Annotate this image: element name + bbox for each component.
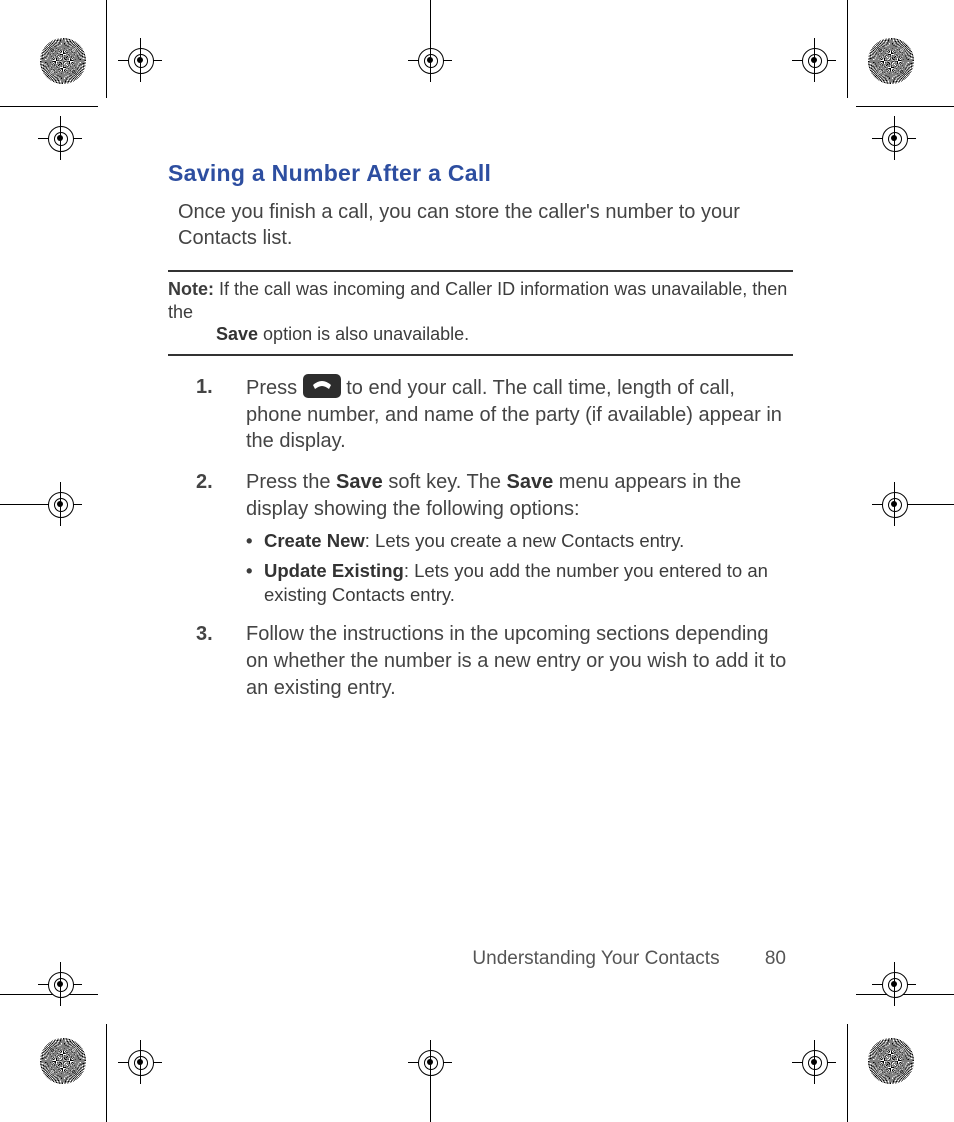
reg-crosshair <box>408 1040 452 1084</box>
step-number: 3. <box>196 621 213 648</box>
note-line1: If the call was incoming and Caller ID i… <box>168 279 787 322</box>
intro-text: Once you finish a call, you can store th… <box>178 199 783 252</box>
option-create-new: Create New: Lets you create a new Contac… <box>246 529 793 553</box>
reg-crosshair <box>38 482 82 526</box>
reg-starburst <box>40 1038 86 1084</box>
page-content: Saving a Number After a Call Once you fi… <box>168 160 793 715</box>
reg-crosshair <box>872 482 916 526</box>
step2-options: Create New: Lets you create a new Contac… <box>246 529 793 607</box>
step-1: 1. Press to end your call. The call time… <box>196 374 793 455</box>
reg-starburst <box>868 1038 914 1084</box>
footer-page-number: 80 <box>765 948 786 970</box>
reg-crosshair <box>38 962 82 1006</box>
reg-crosshair <box>872 962 916 1006</box>
option-update-existing: Update Existing: Lets you add the number… <box>246 559 793 607</box>
step-3: 3. Follow the instructions in the upcomi… <box>196 621 793 701</box>
reg-crosshair <box>792 38 836 82</box>
step-2: 2. Press the Save soft key. The Save men… <box>196 469 793 607</box>
note-block: Note: If the call was incoming and Calle… <box>168 278 793 346</box>
reg-crosshair <box>118 1040 162 1084</box>
reg-crosshair <box>792 1040 836 1084</box>
reg-starburst <box>40 38 86 84</box>
note-bold: Save <box>216 324 258 344</box>
note-label: Note: <box>168 279 214 299</box>
note-rule-top <box>168 270 793 272</box>
reg-crosshair <box>408 38 452 82</box>
note-tail: option is also unavailable. <box>258 324 469 344</box>
reg-starburst <box>868 38 914 84</box>
step-number: 2. <box>196 469 213 496</box>
reg-crosshair <box>38 116 82 160</box>
step1-pre: Press <box>246 377 303 399</box>
note-rule-bottom <box>168 354 793 356</box>
end-call-key-icon <box>303 374 341 398</box>
step-number: 1. <box>196 374 213 401</box>
steps-list: 1. Press to end your call. The call time… <box>196 374 793 702</box>
footer-section: Understanding Your Contacts <box>472 948 719 969</box>
page-footer: Understanding Your Contacts 80 <box>472 948 786 970</box>
reg-crosshair <box>118 38 162 82</box>
reg-crosshair <box>872 116 916 160</box>
section-heading: Saving a Number After a Call <box>168 160 793 187</box>
